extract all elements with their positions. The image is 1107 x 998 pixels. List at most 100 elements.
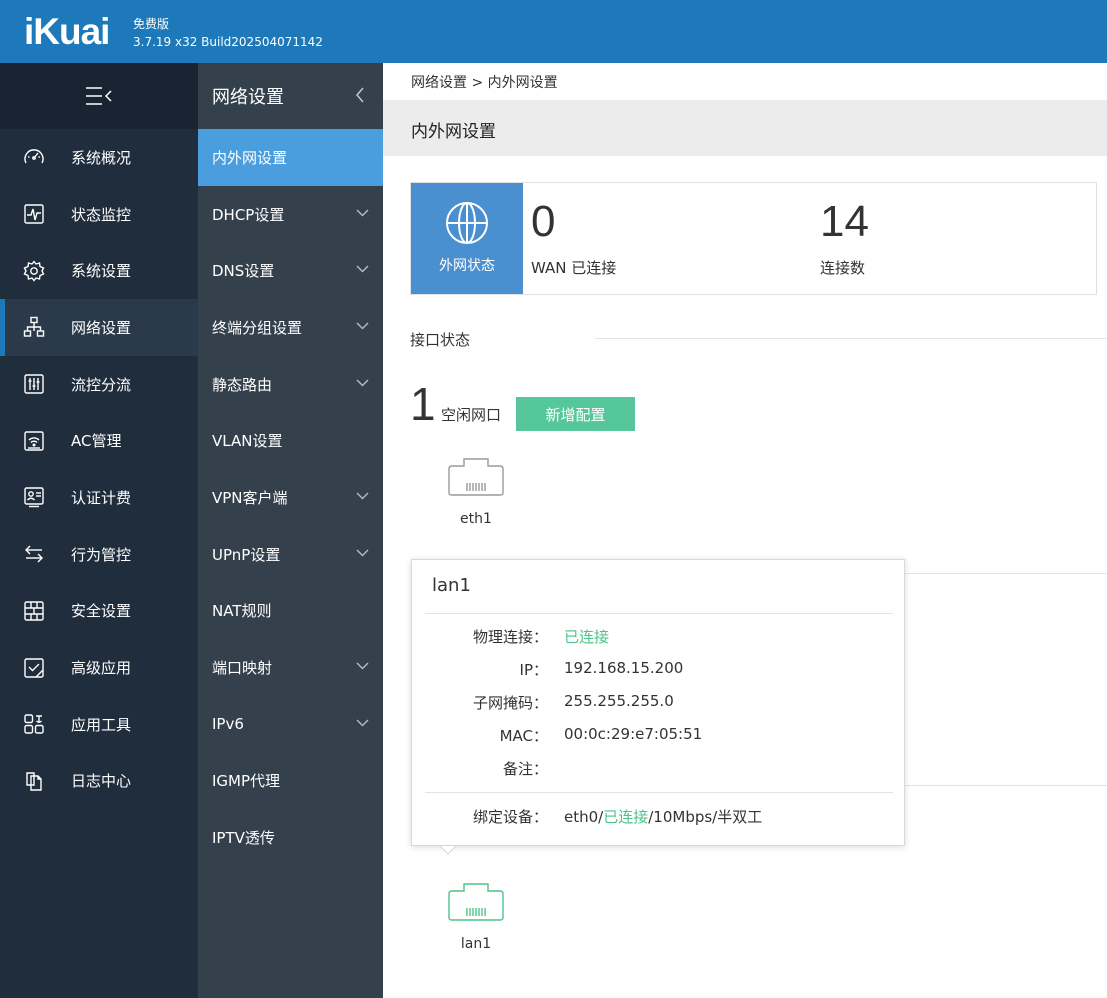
subbar-item-lan-wan-settings[interactable]: 内外网设置 [198, 129, 383, 186]
menu-collapse-icon[interactable] [85, 85, 113, 107]
sidebar-item-ac-management[interactable]: AC管理 [0, 412, 198, 469]
idle-port-count: 1 [410, 378, 436, 430]
subbar-item-vpn-client[interactable]: VPN客户端 [198, 469, 383, 526]
sidebar-item-label: 系统设置 [71, 262, 132, 281]
ip-value: 192.168.15.200 [564, 659, 684, 677]
wan-status-label: 外网状态 [439, 258, 495, 274]
sidebar-item-log-center[interactable]: 日志中心 [0, 753, 198, 810]
sidebar-item-label: 状态监控 [71, 205, 132, 224]
documents-icon [23, 770, 45, 792]
gear-icon [23, 260, 45, 282]
page-title-bar: 内外网设置 [383, 100, 1107, 156]
wan-status-card: 外网状态 0 WAN 已连接 14 连接数 [410, 182, 1097, 295]
subbar-item-upnp-settings[interactable]: UPnP设置 [198, 526, 383, 583]
subbar-item-iptv-passthrough[interactable]: IPTV透传 [198, 809, 383, 866]
popup-pointer [440, 846, 456, 855]
sub-sidebar: 网络设置 内外网设置 DHCP设置 DNS设置 终端分组设置 静态路由 VLAN… [198, 63, 383, 998]
subbar-item-ipv6[interactable]: IPv6 [198, 696, 383, 753]
note-label: 备注： [502, 760, 548, 778]
sidebar-item-label: 安全设置 [71, 602, 132, 621]
mac-label: MAC： [499, 727, 548, 745]
sidebar-item-behavior-control[interactable]: 行为管控 [0, 526, 198, 583]
wifi-router-icon [23, 430, 45, 452]
port-name: lan1 [460, 936, 492, 952]
heartbeat-monitor-icon [23, 203, 45, 225]
subbar-item-nat-rules[interactable]: NAT规则 [198, 583, 383, 640]
subbar-item-dns-settings[interactable]: DNS设置 [198, 242, 383, 299]
wan-connected-label: WAN 已连接 [531, 259, 617, 277]
add-config-button[interactable]: 新增配置 [516, 397, 635, 431]
subbar-item-label: 内外网设置 [212, 148, 288, 167]
subbar-item-label: IPTV透传 [212, 829, 275, 848]
subbar-item-label: 端口映射 [212, 659, 273, 678]
sidebar-item-status-monitor[interactable]: 状态监控 [0, 186, 198, 243]
sidebar-collapse-toggle[interactable] [0, 63, 198, 129]
sidebar-item-authentication-billing[interactable]: 认证计费 [0, 469, 198, 526]
bound-device-value: eth0/已连接/10Mbps/半双工 [564, 806, 762, 827]
subbar-item-label: VPN客户端 [212, 488, 288, 507]
sidebar-item-system-settings[interactable]: 系统设置 [0, 242, 198, 299]
main-content: 网络设置 > 内外网设置 内外网设置 外网状态 0 WAN 已连接 14 连接数… [383, 63, 1107, 998]
subbar-item-label: 静态路由 [212, 375, 273, 394]
subbar-item-label: UPnP设置 [212, 545, 281, 564]
subbar-item-label: NAT规则 [212, 602, 272, 621]
subbar-item-igmp-proxy[interactable]: IGMP代理 [198, 753, 383, 810]
sidebar-item-advanced-applications[interactable]: 高级应用 [0, 639, 198, 696]
subnet-mask-label: 子网掩码： [472, 694, 548, 712]
interface-status-title: 接口状态 [410, 331, 471, 349]
sidebar-item-label: 认证计费 [71, 488, 132, 507]
port-lan1[interactable]: lan1 [448, 882, 504, 952]
chevron-down-icon [356, 719, 369, 727]
ethernet-port-idle-icon [448, 458, 504, 496]
idle-port-label: 空闲网口 [441, 406, 502, 424]
sidebar-item-label: 行为管控 [71, 545, 132, 564]
wan-status-badge: 外网状态 [411, 183, 523, 294]
physical-link-value: 已连接 [564, 628, 610, 646]
section-divider [905, 785, 1107, 786]
build-version: 3.7.19 x32 Build202504071142 [133, 35, 323, 49]
wan-connected-count: 0 [531, 197, 556, 246]
chevron-down-icon [356, 662, 369, 670]
speedometer-icon [23, 146, 45, 168]
page-title: 内外网设置 [411, 122, 496, 142]
chevron-down-icon [356, 379, 369, 387]
top-header: iKuai 免费版 3.7.19 x32 Build202504071142 [0, 0, 1107, 63]
subbar-item-terminal-group-settings[interactable]: 终端分组设置 [198, 299, 383, 356]
sidebar-item-app-tools[interactable]: 应用工具 [0, 696, 198, 753]
subbar-item-label: DNS设置 [212, 262, 275, 281]
sidebar-item-label: 系统概况 [71, 148, 132, 167]
chevron-down-icon [356, 549, 369, 557]
ip-label: IP： [519, 661, 548, 679]
chevron-left-icon[interactable] [355, 87, 365, 103]
physical-link-label: 物理连接： [472, 628, 548, 646]
subbar-item-label: DHCP设置 [212, 205, 285, 224]
sidebar-item-label: AC管理 [71, 432, 122, 451]
sidebar-item-security-settings[interactable]: 安全设置 [0, 583, 198, 640]
subnet-mask-value: 255.255.255.0 [564, 692, 674, 710]
section-divider [595, 338, 1107, 339]
sidebar-item-network-settings[interactable]: 网络设置 [0, 299, 198, 356]
sidebar-item-label: 日志中心 [71, 772, 132, 791]
mac-value: 00:0c:29:e7:05:51 [564, 725, 703, 743]
globe-icon [446, 202, 488, 244]
subbar-item-label: 终端分组设置 [212, 318, 303, 337]
bound-device-status: 已连接 [603, 808, 649, 826]
subbar-item-label: VLAN设置 [212, 432, 283, 451]
sliders-icon [23, 373, 45, 395]
subbar-item-port-mapping[interactable]: 端口映射 [198, 639, 383, 696]
subbar-header: 网络设置 [198, 63, 383, 129]
swap-arrows-icon [23, 543, 45, 565]
sidebar-item-label: 高级应用 [71, 659, 132, 678]
subbar-item-vlan-settings[interactable]: VLAN设置 [198, 412, 383, 469]
subbar-item-dhcp-settings[interactable]: DHCP设置 [198, 186, 383, 243]
port-eth1[interactable]: eth1 [448, 457, 504, 527]
chevron-down-icon [356, 265, 369, 273]
apps-tools-icon [23, 713, 45, 735]
subbar-item-static-routes[interactable]: 静态路由 [198, 356, 383, 413]
section-divider [905, 573, 1107, 574]
sidebar-item-flow-control[interactable]: 流控分流 [0, 356, 198, 413]
connections-count: 14 [820, 197, 869, 246]
chevron-down-icon [356, 322, 369, 330]
firewall-icon [23, 600, 45, 622]
sidebar-item-system-overview[interactable]: 系统概况 [0, 129, 198, 186]
